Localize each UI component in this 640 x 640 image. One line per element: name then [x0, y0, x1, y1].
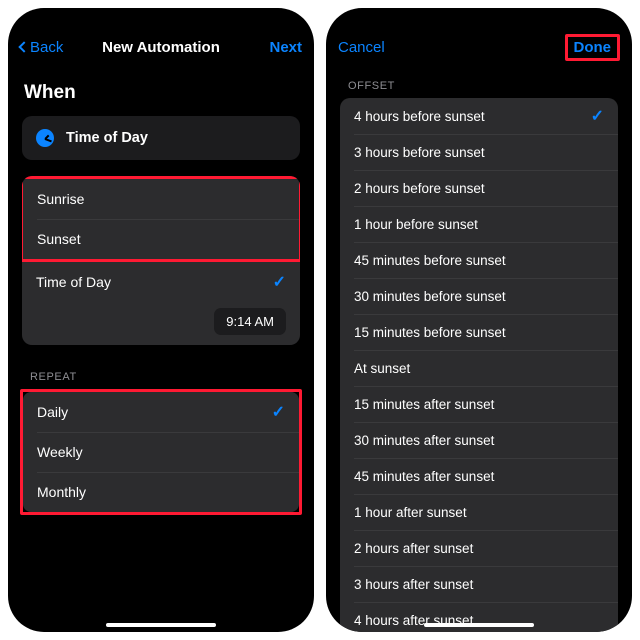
highlight-sun-options: Sunrise Sunset: [22, 176, 300, 262]
spacer: [22, 160, 300, 176]
option-label: 45 minutes after sunset: [354, 469, 604, 484]
time-options-group: Sunrise Sunset Time of Day ✓ 9:14 AM: [22, 176, 300, 345]
option-label: At sunset: [354, 361, 604, 376]
chip-label: Time of Day: [66, 130, 148, 146]
option-label: Time of Day: [36, 274, 273, 290]
time-of-day-chip[interactable]: Time of Day: [22, 116, 300, 160]
content-area: OFFSET 4 hours before sunset✓ 3 hours bef…: [326, 66, 632, 632]
when-heading: When: [24, 82, 298, 104]
option-label: Weekly: [37, 444, 285, 460]
offset-option[interactable]: 2 hours after sunset: [340, 530, 618, 566]
nav-done-button[interactable]: Done: [574, 39, 612, 56]
option-label: Monthly: [37, 484, 285, 500]
repeat-daily[interactable]: Daily ✓: [23, 392, 299, 432]
option-label: 2 hours after sunset: [354, 541, 604, 556]
option-label: 1 hour after sunset: [354, 505, 604, 520]
clock-icon: [36, 129, 54, 147]
status-bar: [8, 14, 314, 28]
content-area: When Time of Day Sunrise Sunset Time of …: [8, 66, 314, 632]
option-time-of-day[interactable]: Time of Day ✓: [22, 262, 300, 302]
highlight-done: Done: [565, 34, 621, 61]
phone-right: Cancel Done OFFSET 4 hours before sunset…: [326, 8, 632, 632]
home-indicator[interactable]: [106, 623, 216, 627]
option-label: 4 hours before sunset: [354, 109, 591, 124]
nav-bar: Cancel Done: [326, 28, 632, 66]
repeat-options-group: Daily ✓ Weekly Monthly: [23, 392, 299, 512]
offset-option[interactable]: 3 hours before sunset: [340, 134, 618, 170]
offset-option[interactable]: 2 hours before sunset: [340, 170, 618, 206]
option-label: 1 hour before sunset: [354, 217, 604, 232]
chevron-left-icon: [18, 41, 29, 52]
option-sunset[interactable]: Sunset: [23, 219, 299, 259]
offset-option[interactable]: 4 hours before sunset✓: [340, 98, 618, 134]
checkmark-icon: ✓: [273, 272, 286, 292]
option-sunrise[interactable]: Sunrise: [23, 179, 299, 219]
option-label: 3 hours after sunset: [354, 577, 604, 592]
option-label: 45 minutes before sunset: [354, 253, 604, 268]
option-label: Daily: [37, 404, 272, 420]
offset-option[interactable]: 1 hour before sunset: [340, 206, 618, 242]
nav-bar: Back New Automation Next: [8, 28, 314, 66]
option-label: Sunset: [37, 231, 285, 247]
offset-option[interactable]: 30 minutes before sunset: [340, 278, 618, 314]
option-label: 15 minutes before sunset: [354, 325, 604, 340]
phone-left: Back New Automation Next When Time of Da…: [8, 8, 314, 632]
offset-option[interactable]: 1 hour after sunset: [340, 494, 618, 530]
offset-option[interactable]: 3 hours after sunset: [340, 566, 618, 602]
offset-option[interactable]: At sunset: [340, 350, 618, 386]
nav-next-button[interactable]: Next: [269, 39, 302, 56]
checkmark-icon: ✓: [272, 402, 285, 422]
option-label: 2 hours before sunset: [354, 181, 604, 196]
time-picker-row: 9:14 AM: [22, 302, 300, 345]
offset-option[interactable]: 45 minutes before sunset: [340, 242, 618, 278]
home-indicator[interactable]: [424, 623, 534, 627]
option-label: 30 minutes before sunset: [354, 289, 604, 304]
option-label: Sunrise: [37, 191, 285, 207]
nav-cancel-button[interactable]: Cancel: [338, 39, 385, 56]
option-label: 15 minutes after sunset: [354, 397, 604, 412]
repeat-monthly[interactable]: Monthly: [23, 472, 299, 512]
nav-back-button[interactable]: Back: [20, 39, 80, 56]
offset-header: OFFSET: [348, 80, 610, 92]
status-bar: [326, 14, 632, 28]
option-label: 30 minutes after sunset: [354, 433, 604, 448]
offset-option[interactable]: 15 minutes after sunset: [340, 386, 618, 422]
spacer: [22, 345, 300, 367]
offset-option[interactable]: 15 minutes before sunset: [340, 314, 618, 350]
offset-option[interactable]: 45 minutes after sunset: [340, 458, 618, 494]
repeat-header: REPEAT: [30, 371, 292, 383]
option-label: 3 hours before sunset: [354, 145, 604, 160]
offset-options-group: 4 hours before sunset✓ 3 hours before sun…: [340, 98, 618, 632]
nav-back-label: Back: [30, 39, 63, 56]
offset-option[interactable]: 30 minutes after sunset: [340, 422, 618, 458]
highlight-repeat-options: Daily ✓ Weekly Monthly: [20, 389, 302, 515]
time-chip[interactable]: 9:14 AM: [214, 308, 286, 335]
offset-option[interactable]: 4 hours after sunset: [340, 602, 618, 632]
checkmark-icon: ✓: [591, 106, 604, 126]
nav-title: New Automation: [80, 39, 242, 56]
repeat-weekly[interactable]: Weekly: [23, 432, 299, 472]
